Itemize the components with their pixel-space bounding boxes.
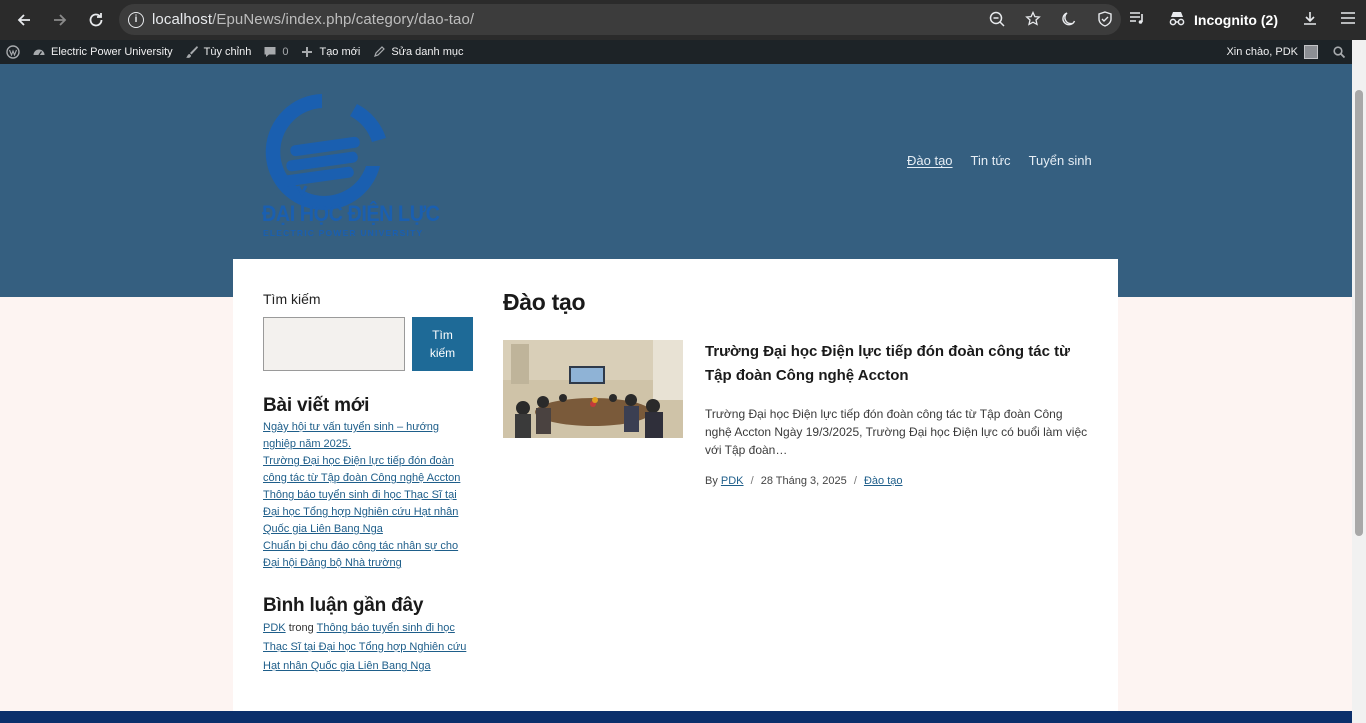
- recent-post-link[interactable]: Chuẩn bị chu đáo công tác nhân sự cho Đạ…: [263, 540, 458, 569]
- comment-bubble-icon: [263, 45, 277, 59]
- category-link[interactable]: Đào tạo: [864, 475, 903, 487]
- customize-link[interactable]: Tùy chỉnh: [185, 45, 251, 59]
- wp-admin-bar: Electric Power University Tùy chỉnh 0 Tạ…: [0, 40, 1352, 64]
- search-input[interactable]: [263, 317, 405, 371]
- search-icon[interactable]: [1332, 45, 1346, 59]
- search-button[interactable]: Tìm kiếm: [412, 317, 473, 371]
- new-content-menu[interactable]: Tạo mới: [300, 45, 360, 59]
- comment-in-label: trong: [288, 622, 314, 634]
- recent-comment: PDK trong Thông báo tuyển sinh đi học Th…: [263, 619, 475, 676]
- list-item: Thông báo tuyển sinh đi học Thạc Sĩ tại …: [263, 487, 475, 538]
- list-item: Ngày hội tư vấn tuyển sinh – hướng nghiệ…: [263, 419, 475, 453]
- recent-posts-title: Bài viết mới: [263, 395, 370, 416]
- recent-post-link[interactable]: Trường Đại học Điện lực tiếp đón đoàn cô…: [263, 455, 460, 484]
- page-title: Đào tạo: [503, 289, 586, 315]
- list-item: Trường Đại học Điện lực tiếp đón đoàn cô…: [263, 453, 475, 487]
- logo-title: ĐẠI HỌC ĐIỆN LỰC: [262, 201, 440, 226]
- post-thumbnail[interactable]: [503, 340, 683, 438]
- avatar[interactable]: [1304, 45, 1318, 59]
- meta-separator: /: [750, 475, 754, 487]
- search-label: Tìm kiếm: [263, 291, 321, 307]
- shield-extension-icon[interactable]: [1097, 11, 1113, 27]
- footer-strip: [0, 711, 1352, 723]
- dark-mode-icon[interactable]: [1061, 11, 1077, 27]
- browser-toolbar: i localhost/EpuNews/index.php/category/d…: [0, 0, 1366, 40]
- comments-link[interactable]: 0: [263, 45, 288, 59]
- nav-item-tuyen-sinh[interactable]: Tuyển sinh: [1029, 153, 1092, 168]
- comment-author-link[interactable]: PDK: [263, 622, 286, 634]
- pencil-icon: [372, 45, 386, 59]
- url-text: localhost/EpuNews/index.php/category/dao…: [152, 11, 475, 28]
- back-button[interactable]: [12, 8, 36, 32]
- bookmark-star-icon[interactable]: [1025, 10, 1041, 27]
- list-item: Chuẩn bị chu đáo công tác nhân sự cho Đạ…: [263, 538, 475, 572]
- dashboard-icon: [32, 45, 46, 59]
- post-card: Trường Đại học Điện lực tiếp đón đoàn cô…: [503, 340, 1093, 500]
- incognito-indicator[interactable]: Incognito (2): [1168, 11, 1278, 30]
- wordpress-icon: [6, 45, 20, 59]
- edit-category-link[interactable]: Sửa danh mục: [372, 45, 464, 59]
- zoom-out-icon[interactable]: [989, 11, 1005, 27]
- brush-icon: [185, 45, 199, 59]
- address-bar[interactable]: i localhost/EpuNews/index.php/category/d…: [119, 4, 1121, 35]
- sidebar: Tìm kiếm Tìm kiếm Bài viết mới Ngày hội …: [263, 291, 475, 676]
- plus-icon: [300, 45, 314, 59]
- search-form: Tìm kiếm: [263, 317, 475, 371]
- download-icon[interactable]: [1302, 10, 1318, 31]
- content-card: Tìm kiếm Tìm kiếm Bài viết mới Ngày hội …: [233, 259, 1118, 711]
- post-date: 28 Tháng 3, 2025: [760, 475, 847, 487]
- scrollbar-thumb[interactable]: [1355, 90, 1363, 536]
- incognito-icon: [1168, 11, 1186, 30]
- author-link[interactable]: PDK: [721, 475, 744, 487]
- by-label: By: [705, 475, 718, 487]
- post-body: Trường Đại học Điện lực tiếp đón đoàn cô…: [705, 340, 1090, 487]
- site-info-icon[interactable]: i: [128, 11, 144, 28]
- page-scrollbar[interactable]: [1352, 40, 1366, 723]
- recent-comments-title: Bình luận gần đây: [263, 595, 424, 616]
- nav-item-tin-tuc[interactable]: Tin tức: [971, 153, 1011, 168]
- primary-navigation: Đào tạo Tin tức Tuyển sinh: [907, 153, 1092, 168]
- post-excerpt: Trường Đại học Điện lực tiếp đón đoàn cô…: [705, 407, 1088, 457]
- forward-button[interactable]: [48, 8, 72, 32]
- logo-subtitle: ELECTRIC POWER UNIVERSITY: [263, 228, 424, 238]
- reload-button[interactable]: [84, 8, 108, 32]
- main-content: Đào tạo Trường Đại học Điện lực tiếp đón…: [503, 289, 1093, 500]
- menu-icon[interactable]: [1340, 10, 1356, 31]
- wp-logo-menu[interactable]: [6, 45, 20, 59]
- recent-post-link[interactable]: Thông báo tuyển sinh đi học Thạc Sĩ tại …: [263, 489, 458, 535]
- post-meta: By PDK / 28 Tháng 3, 2025 / Đào tạo: [705, 475, 1090, 487]
- site-name-menu[interactable]: Electric Power University: [32, 45, 173, 59]
- post-title-link[interactable]: Trường Đại học Điện lực tiếp đón đoàn cô…: [705, 340, 1090, 388]
- recent-posts-list: Ngày hội tư vấn tuyển sinh – hướng nghiệ…: [263, 419, 475, 572]
- meta-separator: /: [853, 475, 857, 487]
- nav-item-dao-tao[interactable]: Đào tạo: [907, 153, 953, 168]
- recent-post-link[interactable]: Ngày hội tư vấn tuyển sinh – hướng nghiệ…: [263, 421, 439, 450]
- media-queue-icon[interactable]: [1128, 10, 1146, 31]
- user-greeting[interactable]: Xin chào, PDK: [1226, 46, 1298, 58]
